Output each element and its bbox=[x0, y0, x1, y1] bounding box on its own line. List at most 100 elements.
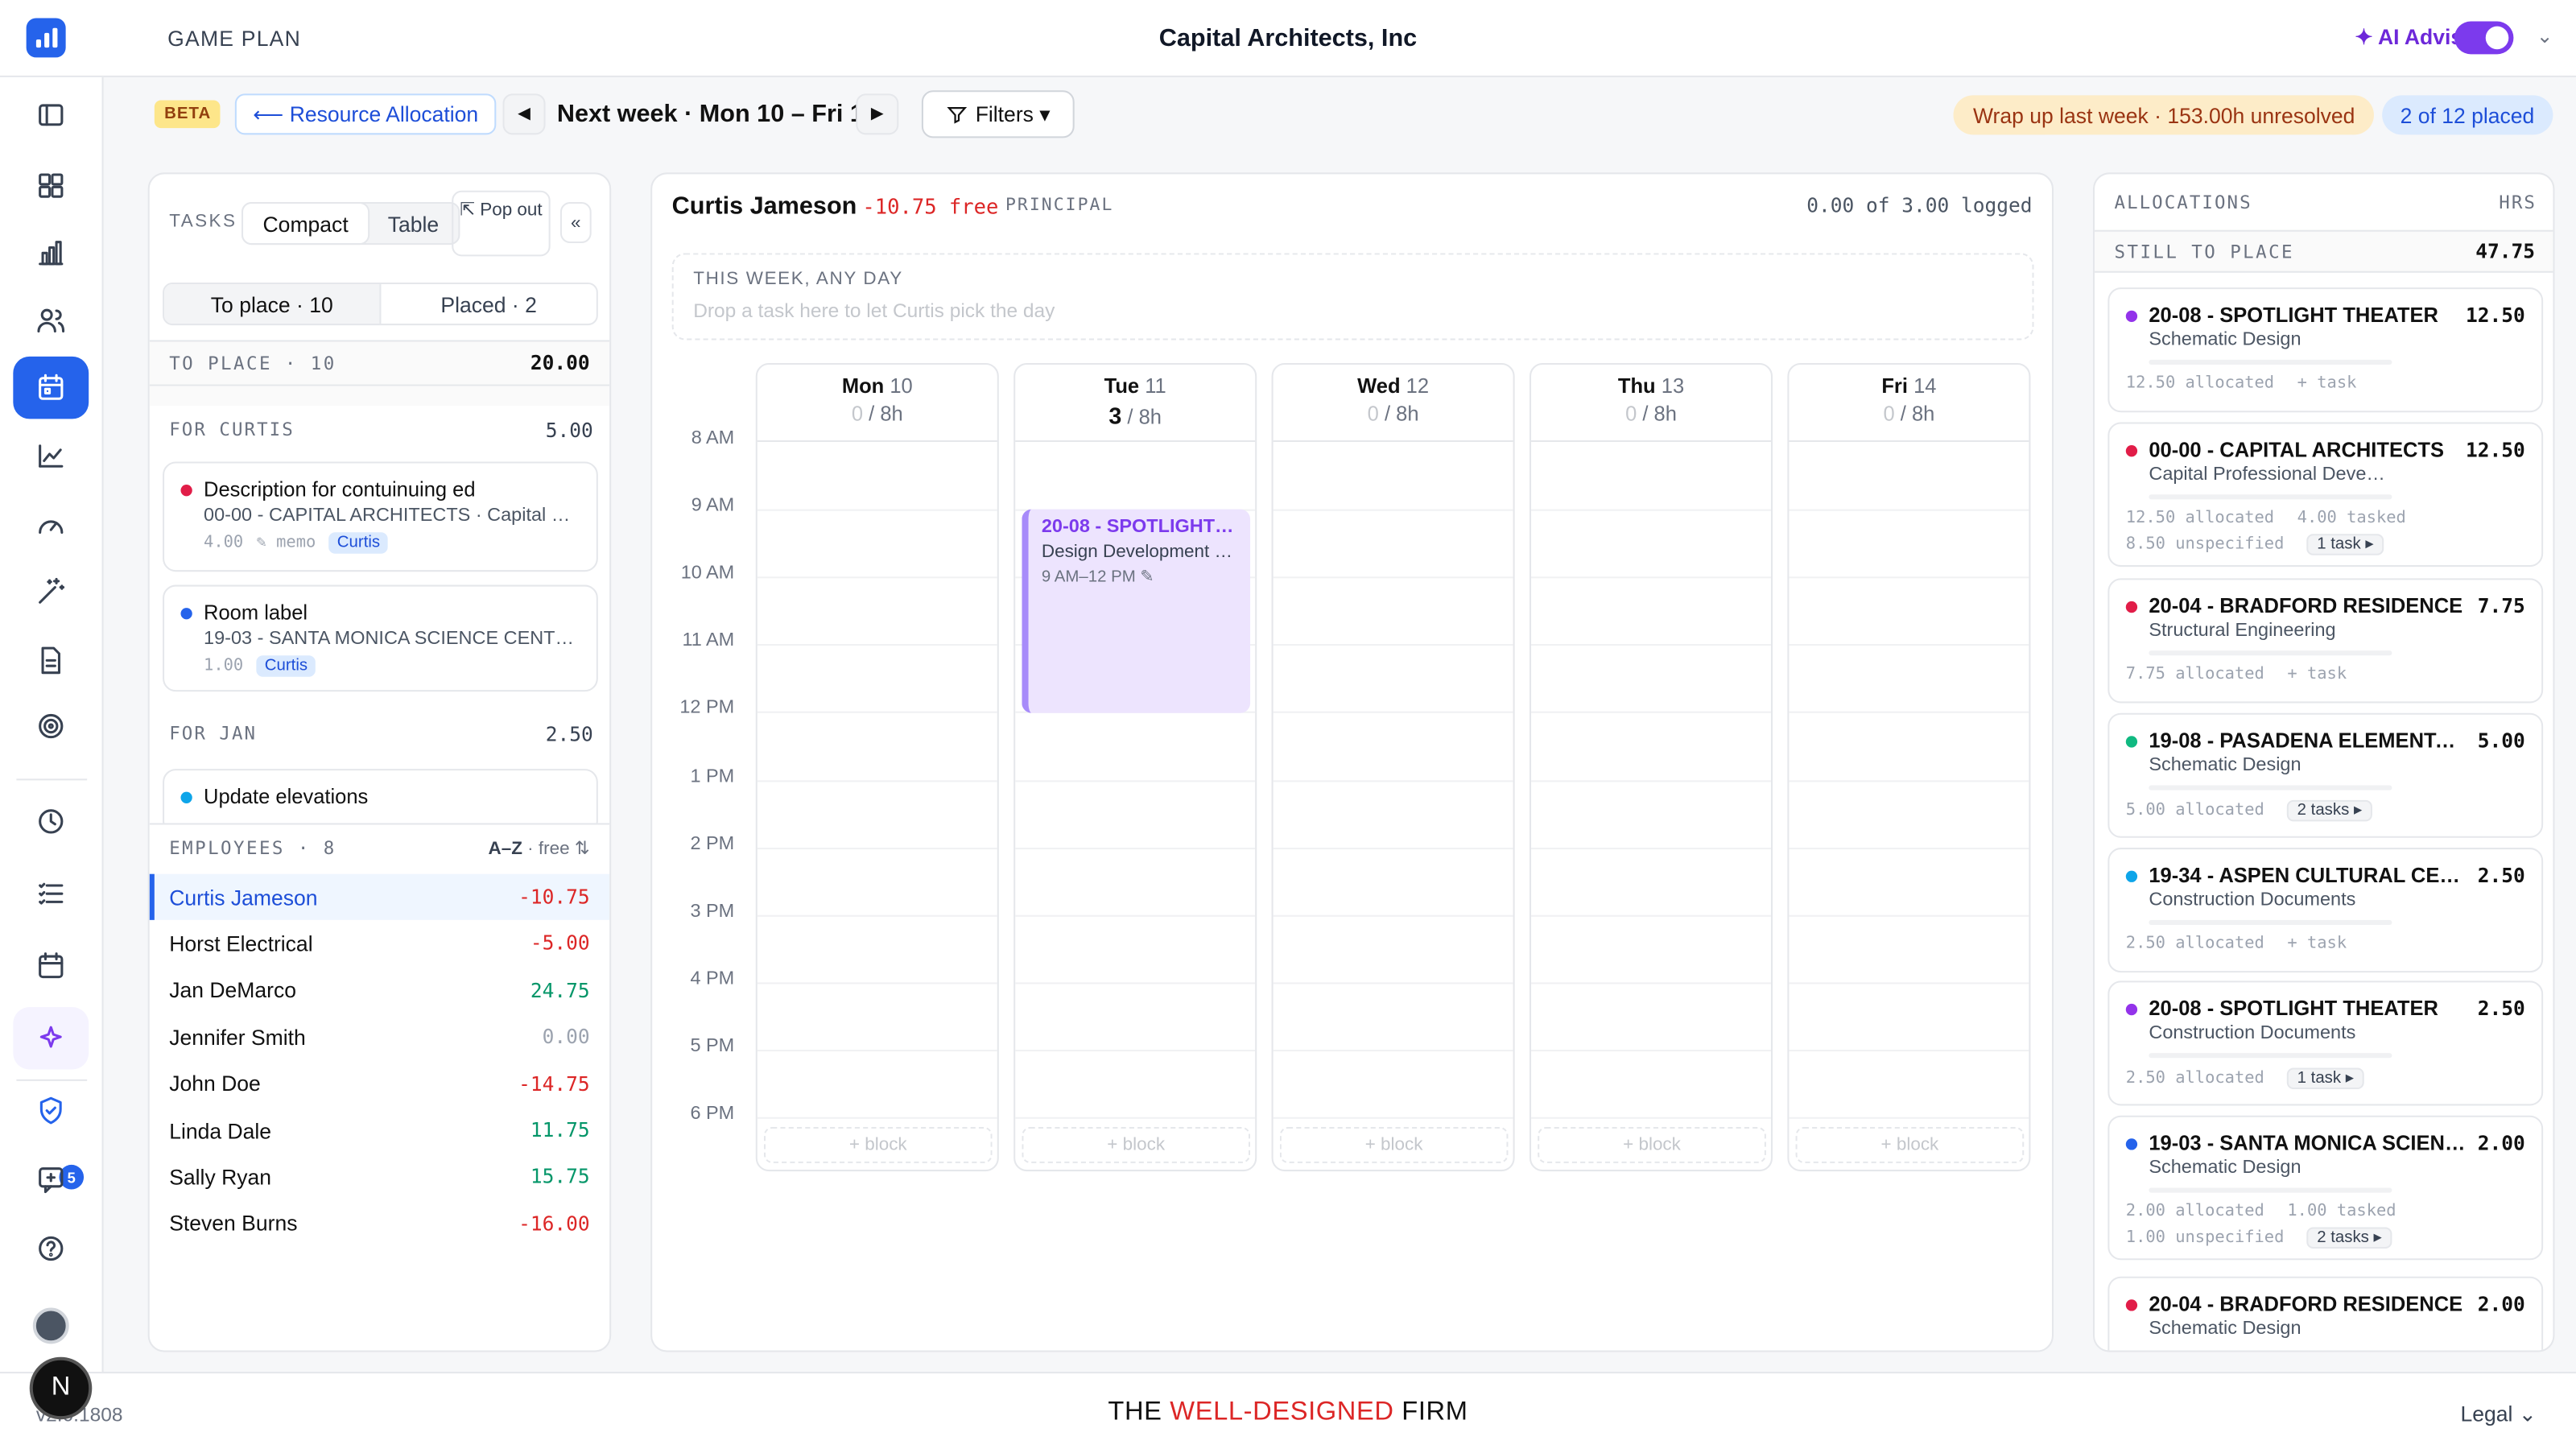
memo-label[interactable]: ✎ memo bbox=[257, 534, 316, 551]
allocation-card[interactable]: 20-08 - SPOTLIGHT THEATER 12.50 Schematic … bbox=[2107, 287, 2544, 413]
people-icon[interactable] bbox=[13, 289, 89, 352]
unspecified-hours: 1.00 unspecified bbox=[2125, 1228, 2285, 1247]
reports-bar-chart-icon[interactable] bbox=[13, 222, 89, 285]
still-to-place-row: STILL TO PLACE 47.75 bbox=[2095, 229, 2553, 273]
tasks-pill[interactable]: 1 task ▸ bbox=[2306, 534, 2384, 555]
tasks-pill[interactable]: 2 tasks ▸ bbox=[2306, 1227, 2392, 1249]
collapse-panel-button[interactable]: « bbox=[559, 202, 592, 244]
employee-row[interactable]: Sally Ryan 15.75 bbox=[150, 1154, 609, 1199]
clock-icon[interactable] bbox=[13, 791, 89, 853]
employee-row[interactable]: Steven Burns -16.00 bbox=[150, 1200, 609, 1246]
placed-count-badge[interactable]: 2 of 12 placed bbox=[2382, 95, 2553, 135]
allocation-hours: 2.50 bbox=[2477, 997, 2525, 1021]
target-icon[interactable] bbox=[13, 695, 89, 758]
day-hours-used: 0 bbox=[1367, 402, 1379, 426]
security-shield-icon[interactable] bbox=[13, 1080, 89, 1142]
filters-button[interactable]: Filters ▾ bbox=[921, 90, 1075, 138]
legal-menu[interactable]: Legal ⌄ bbox=[2460, 1402, 2537, 1428]
feedback-icon[interactable] bbox=[13, 1149, 89, 1212]
allocation-card[interactable]: 19-08 - PASADENA ELEMENTARY 5.00 Schematic… bbox=[2107, 712, 2544, 838]
placed-tab[interactable]: Placed · 2 bbox=[379, 284, 596, 324]
schedule-calendar-icon[interactable] bbox=[13, 935, 89, 997]
app-logo-icon[interactable] bbox=[26, 18, 66, 58]
trend-line-icon[interactable] bbox=[13, 426, 89, 489]
employee-row[interactable]: Jennifer Smith 0.00 bbox=[150, 1014, 609, 1060]
project-title: 20-08 - SPOTLIGHT THEATER bbox=[2149, 303, 2438, 328]
add-block-button[interactable]: + block bbox=[1538, 1126, 1766, 1163]
group-value: 2.50 bbox=[545, 722, 593, 746]
n-logo-button[interactable]: N bbox=[29, 1356, 93, 1420]
any-day-drop-zone[interactable]: THIS WEEK, ANY DAY Drop a task here to l… bbox=[671, 253, 2034, 341]
prev-week-button[interactable]: ◀ bbox=[502, 93, 546, 135]
avatar[interactable] bbox=[32, 1307, 69, 1344]
day-hours-used: 0 bbox=[1883, 402, 1895, 426]
assignee-chip: Curtis bbox=[256, 655, 316, 677]
free-hours: -10.75 free bbox=[862, 193, 999, 219]
add-block-button[interactable]: + block bbox=[1022, 1126, 1251, 1163]
employee-free-hours: -5.00 bbox=[530, 931, 590, 956]
next-week-button[interactable]: ▶ bbox=[856, 93, 899, 135]
hour-label: 1 PM bbox=[690, 766, 735, 786]
add-task-link[interactable]: + task bbox=[2297, 374, 2357, 392]
allocation-progress-bar bbox=[2149, 1053, 2392, 1059]
allocation-card[interactable]: 20-04 - BRADFORD RESIDENCE 7.75 Structural… bbox=[2107, 578, 2544, 704]
project-phase: Structural Engineering bbox=[2149, 621, 2336, 641]
add-block-button[interactable]: + block bbox=[763, 1126, 993, 1163]
task-card[interactable]: Room label 19-03 - SANTA MONICA SCIENCE … bbox=[163, 584, 598, 692]
allocation-card[interactable]: 19-03 - SANTA MONICA SCIENCE CENTER 2.00 S… bbox=[2107, 1115, 2544, 1261]
day-column-fri[interactable]: Fri 14 0 / 8h + block bbox=[1787, 363, 2031, 1172]
left-rail: 5 bbox=[0, 76, 104, 1373]
day-date: 10 bbox=[890, 374, 913, 398]
employee-free-hours: -10.75 bbox=[518, 885, 590, 909]
table-view-tab[interactable]: Table bbox=[368, 204, 458, 243]
allocation-card[interactable]: 20-04 - BRADFORD RESIDENCE 2.00 Schematic … bbox=[2107, 1276, 2544, 1351]
gauge-icon[interactable] bbox=[13, 494, 89, 557]
wrap-up-badge[interactable]: Wrap up last week · 153.00h unresolved bbox=[1953, 95, 2375, 135]
sidebar-toggle-icon[interactable] bbox=[13, 84, 89, 147]
employee-row[interactable]: Horst Electrical -5.00 bbox=[150, 921, 609, 967]
add-task-link[interactable]: + task bbox=[2287, 935, 2347, 952]
dashboard-grid-icon[interactable] bbox=[13, 155, 89, 217]
project-color-dot bbox=[2125, 869, 2138, 881]
ai-sparkle-icon[interactable] bbox=[13, 1007, 89, 1070]
add-task-link[interactable]: + task bbox=[2287, 666, 2347, 683]
hour-label: 12 PM bbox=[679, 699, 735, 719]
task-list-icon[interactable] bbox=[13, 862, 89, 925]
allocation-card[interactable]: 19-34 - ASPEN CULTURAL CENTER 2.50 Constru… bbox=[2107, 848, 2544, 973]
add-block-button[interactable]: + block bbox=[1279, 1126, 1509, 1163]
ai-advisor-toggle[interactable] bbox=[2454, 21, 2514, 55]
employee-row[interactable]: Linda Dale 11.75 bbox=[150, 1107, 609, 1153]
allocation-card[interactable]: 00-00 - CAPITAL ARCHITECTS 12.50 Capital P… bbox=[2107, 422, 2544, 568]
group-header-curtis: FOR CURTIS 5.00 bbox=[169, 419, 593, 442]
add-block-button[interactable]: + block bbox=[1795, 1126, 2025, 1163]
employee-row[interactable]: Curtis Jameson -10.75 bbox=[149, 873, 610, 920]
day-column-wed[interactable]: Wed 12 0 / 8h + block bbox=[1271, 363, 1515, 1172]
help-icon[interactable] bbox=[13, 1217, 89, 1280]
document-icon[interactable] bbox=[13, 630, 89, 692]
magic-wand-icon[interactable] bbox=[13, 560, 89, 623]
employee-free-hours: 11.75 bbox=[530, 1118, 590, 1142]
hour-gridline bbox=[1273, 509, 1513, 511]
task-title: Room label bbox=[204, 601, 308, 625]
pop-out-button[interactable]: ⇱ Pop out bbox=[452, 190, 551, 257]
compact-view-tab[interactable]: Compact bbox=[243, 204, 369, 244]
employee-row[interactable]: John Doe -14.75 bbox=[150, 1061, 609, 1107]
day-column-mon[interactable]: Mon 10 0 / 8h + block bbox=[755, 363, 999, 1172]
allocation-hours: 2.00 bbox=[2477, 1132, 2525, 1155]
hour-gridline bbox=[1789, 509, 2029, 511]
event-subtitle: Design Development Drawings bbox=[1041, 542, 1237, 562]
sort-control[interactable]: A–Z · free ⇅ bbox=[489, 838, 590, 859]
day-column-thu[interactable]: Thu 13 0 / 8h + block bbox=[1529, 363, 1773, 1172]
tasks-pill[interactable]: 2 tasks ▸ bbox=[2287, 799, 2372, 822]
chevron-down-icon[interactable]: ⌄ bbox=[2537, 25, 2553, 48]
employee-row[interactable]: Jan DeMarco 24.75 bbox=[150, 968, 609, 1013]
tasks-pill[interactable]: 1 task ▸ bbox=[2287, 1067, 2364, 1090]
resource-allocation-button[interactable]: ⟵ Resource Allocation bbox=[234, 93, 497, 135]
game-plan-calendar-icon[interactable] bbox=[13, 356, 89, 419]
calendar-event[interactable]: 20-08 - SPOTLIGHT THEATER Design Developm… bbox=[1022, 509, 1251, 713]
task-card[interactable]: Description for contuinuing ed 00-00 - C… bbox=[163, 461, 598, 572]
allocation-card[interactable]: 20-08 - SPOTLIGHT THEATER 2.50 Constructio… bbox=[2107, 980, 2544, 1106]
to-place-tab[interactable]: To place · 10 bbox=[164, 284, 380, 324]
hour-gridline bbox=[1531, 779, 1771, 782]
day-column-tue[interactable]: Tue 11 3 / 8h + block 20-08 - SPOTLIGHT THE… bbox=[1013, 363, 1257, 1172]
